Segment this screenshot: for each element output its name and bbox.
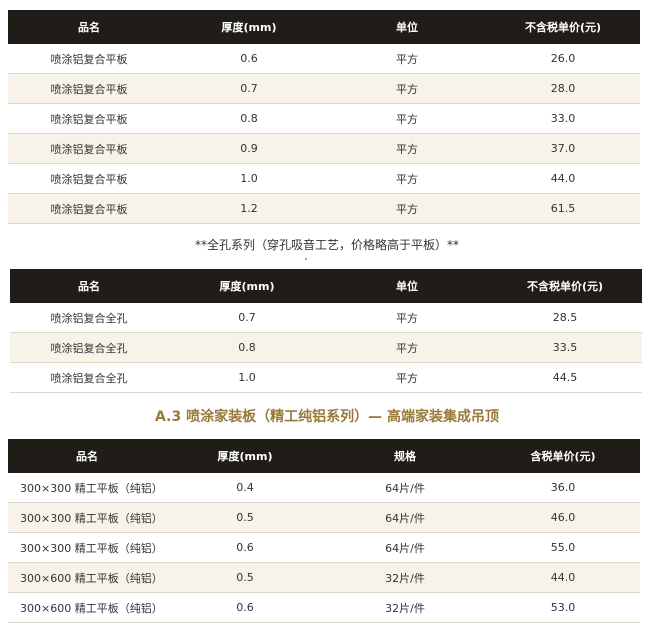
table-row: 300×600 精工平板（纯铝） 0.6 32片/件 53.0 (8, 592, 640, 623)
table-row: 喷涂铝复合全孔 0.7 平方 28.5 (10, 303, 642, 333)
header-price: 不含税单价(元) (486, 10, 640, 44)
table-header-row: 品名 厚度(mm) 单位 不含税单价(元) (8, 10, 640, 44)
cell-price: 44.0 (486, 562, 640, 593)
cell-unit: 平方 (326, 362, 488, 393)
header-unit: 单位 (326, 269, 488, 303)
header-thickness: 厚度(mm) (170, 10, 328, 44)
header-product-name: 品名 (10, 269, 168, 303)
cell-unit: 平方 (328, 103, 486, 134)
cell-spec: 32片/件 (324, 592, 486, 623)
price-table-flat: 品名 厚度(mm) 单位 不含税单价(元) 喷涂铝复合平板 0.6 平方 26.… (8, 10, 640, 224)
cell-price: 61.5 (486, 193, 640, 224)
table-row: 喷涂铝复合平板 0.9 平方 37.0 (8, 133, 640, 164)
cell-thickness: 0.7 (168, 303, 326, 333)
table-row: 300×600 精工平板（纯铝） 0.5 32片/件 44.0 (8, 562, 640, 593)
cell-product-name: 喷涂铝复合平板 (8, 103, 170, 134)
cell-product-name: 喷涂铝复合平板 (8, 163, 170, 194)
cell-product-name: 300×600 精工平板（纯铝） (8, 562, 166, 593)
cell-product-name: 喷涂铝复合平板 (8, 73, 170, 104)
price-table-home-decor: 品名 厚度(mm) 规格 含税单价(元) 300×300 精工平板（纯铝） 0.… (8, 439, 640, 623)
header-thickness: 厚度(mm) (166, 439, 324, 473)
section-title: A.3 喷涂家装板（精工纯铝系列）— 高端家装集成吊顶 (155, 409, 499, 425)
header-unit: 单位 (328, 10, 486, 44)
table-row: 喷涂铝复合平板 1.2 平方 61.5 (8, 193, 640, 224)
cell-thickness: 0.7 (170, 73, 328, 104)
table-row: 300×300 精工平板（纯铝） 0.4 64片/件 36.0 (8, 473, 640, 503)
table-row: 300×300 精工平板（纯铝） 0.6 64片/件 55.0 (8, 532, 640, 563)
cell-thickness: 0.6 (170, 44, 328, 74)
cell-product-name: 300×300 精工平板（纯铝） (8, 502, 166, 533)
header-product-name: 品名 (8, 10, 170, 44)
header-spec: 规格 (324, 439, 486, 473)
cell-price: 28.5 (488, 303, 642, 333)
cell-price: 33.0 (486, 103, 640, 134)
stray-dot (305, 258, 307, 260)
cell-price: 37.0 (486, 133, 640, 164)
cell-unit: 平方 (326, 332, 488, 363)
cell-price: 28.0 (486, 73, 640, 104)
table-row: 300×300 精工平板（纯铝） 0.5 64片/件 46.0 (8, 502, 640, 533)
table-row: 喷涂铝复合平板 0.6 平方 26.0 (8, 44, 640, 74)
cell-unit: 平方 (328, 133, 486, 164)
table-header-row: 品名 厚度(mm) 规格 含税单价(元) (8, 439, 640, 473)
cell-product-name: 喷涂铝复合全孔 (10, 332, 168, 363)
price-table-perforated: 品名 厚度(mm) 单位 不含税单价(元) 喷涂铝复合全孔 0.7 平方 28.… (10, 269, 642, 393)
table-row: 喷涂铝复合平板 0.7 平方 28.0 (8, 73, 640, 104)
header-price: 不含税单价(元) (488, 269, 642, 303)
cell-thickness: 1.0 (168, 362, 326, 393)
cell-unit: 平方 (328, 73, 486, 104)
cell-spec: 64片/件 (324, 532, 486, 563)
cell-thickness: 0.9 (170, 133, 328, 164)
cell-thickness: 1.2 (170, 193, 328, 224)
cell-product-name: 300×600 精工平板（纯铝） (8, 592, 166, 623)
cell-thickness: 0.5 (166, 562, 324, 593)
cell-spec: 64片/件 (324, 473, 486, 503)
header-thickness: 厚度(mm) (168, 269, 326, 303)
cell-thickness: 0.4 (166, 473, 324, 503)
header-product-name: 品名 (8, 439, 166, 473)
cell-price: 46.0 (486, 502, 640, 533)
table-header-row: 品名 厚度(mm) 单位 不含税单价(元) (10, 269, 642, 303)
cell-thickness: 0.8 (170, 103, 328, 134)
cell-product-name: 喷涂铝复合平板 (8, 44, 170, 74)
cell-spec: 64片/件 (324, 502, 486, 533)
cell-unit: 平方 (328, 193, 486, 224)
cell-product-name: 喷涂铝复合平板 (8, 133, 170, 164)
cell-price: 53.0 (486, 592, 640, 623)
cell-price: 44.5 (488, 362, 642, 393)
cell-product-name: 喷涂铝复合全孔 (10, 303, 168, 333)
table-row: 喷涂铝复合平板 0.8 平方 33.0 (8, 103, 640, 134)
cell-thickness: 0.8 (168, 332, 326, 363)
cell-thickness: 0.5 (166, 502, 324, 533)
cell-thickness: 0.6 (166, 532, 324, 563)
cell-price: 26.0 (486, 44, 640, 74)
cell-product-name: 300×300 精工平板（纯铝） (8, 473, 166, 503)
cell-spec: 32片/件 (324, 562, 486, 593)
cell-price: 33.5 (488, 332, 642, 363)
cell-price: 36.0 (486, 473, 640, 503)
perforated-series-note: **全孔系列（穿孔吸音工艺，价格略高于平板）** (194, 238, 459, 252)
header-price: 含税单价(元) (486, 439, 640, 473)
cell-price: 44.0 (486, 163, 640, 194)
cell-unit: 平方 (328, 163, 486, 194)
table-row: 喷涂铝复合全孔 0.8 平方 33.5 (10, 332, 642, 363)
cell-product-name: 喷涂铝复合全孔 (10, 362, 168, 393)
table-row: 喷涂铝复合全孔 1.0 平方 44.5 (10, 362, 642, 393)
cell-thickness: 0.6 (166, 592, 324, 623)
cell-unit: 平方 (328, 44, 486, 74)
cell-unit: 平方 (326, 303, 488, 333)
table-row: 喷涂铝复合平板 1.0 平方 44.0 (8, 163, 640, 194)
cell-price: 55.0 (486, 532, 640, 563)
cell-product-name: 300×300 精工平板（纯铝） (8, 532, 166, 563)
cell-thickness: 1.0 (170, 163, 328, 194)
cell-product-name: 喷涂铝复合平板 (8, 193, 170, 224)
